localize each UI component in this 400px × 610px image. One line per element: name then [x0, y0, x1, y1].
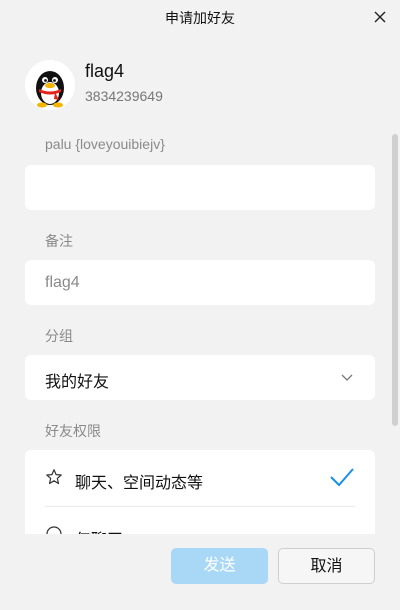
- star-icon: [45, 468, 63, 486]
- add-friend-window: 申请加好友 flag4 3834239649 palu {loveyouibie…: [0, 0, 400, 610]
- penguin-avatar-icon: [25, 60, 75, 110]
- cancel-button[interactable]: 取消: [278, 548, 375, 584]
- chevron-down-icon: [339, 369, 355, 385]
- verification-input[interactable]: [25, 165, 375, 210]
- avatar: [25, 60, 75, 110]
- scrollbar-thumb[interactable]: [392, 134, 398, 426]
- permission-option-chat-and-feed[interactable]: 聊天、空间动态等: [25, 450, 375, 506]
- permissions-list: 聊天、空间动态等 仅聊天: [25, 450, 375, 534]
- remark-input[interactable]: [25, 260, 375, 305]
- permission-option-chat-only[interactable]: 仅聊天: [25, 507, 375, 534]
- permissions-label: 好友权限: [45, 423, 101, 439]
- group-select[interactable]: 我的好友: [25, 355, 375, 400]
- verification-label: palu {loveyouibiejv}: [45, 136, 165, 152]
- permission-option-label: 仅聊天: [75, 526, 123, 534]
- qq-number: 3834239649: [85, 88, 163, 104]
- form-content: flag4 3834239649 palu {loveyouibiejv} 备注…: [0, 34, 400, 534]
- group-selected-value: 我的好友: [45, 374, 110, 391]
- send-button[interactable]: 发送: [171, 548, 268, 584]
- window-title: 申请加好友: [165, 10, 235, 26]
- permission-option-label: 聊天、空间动态等: [75, 475, 204, 492]
- group-label: 分组: [45, 328, 73, 344]
- remark-field-box: [25, 260, 375, 305]
- close-icon[interactable]: [370, 7, 390, 27]
- nickname: flag4: [85, 61, 125, 81]
- chat-bubble-icon: [45, 525, 63, 534]
- profile-header: flag4 3834239649: [25, 60, 355, 110]
- verification-field-box: [25, 165, 375, 210]
- title-bar: 申请加好友: [0, 0, 400, 34]
- remark-label: 备注: [45, 233, 73, 249]
- checkmark-icon: [329, 466, 355, 488]
- footer: 发送 取消: [0, 534, 400, 610]
